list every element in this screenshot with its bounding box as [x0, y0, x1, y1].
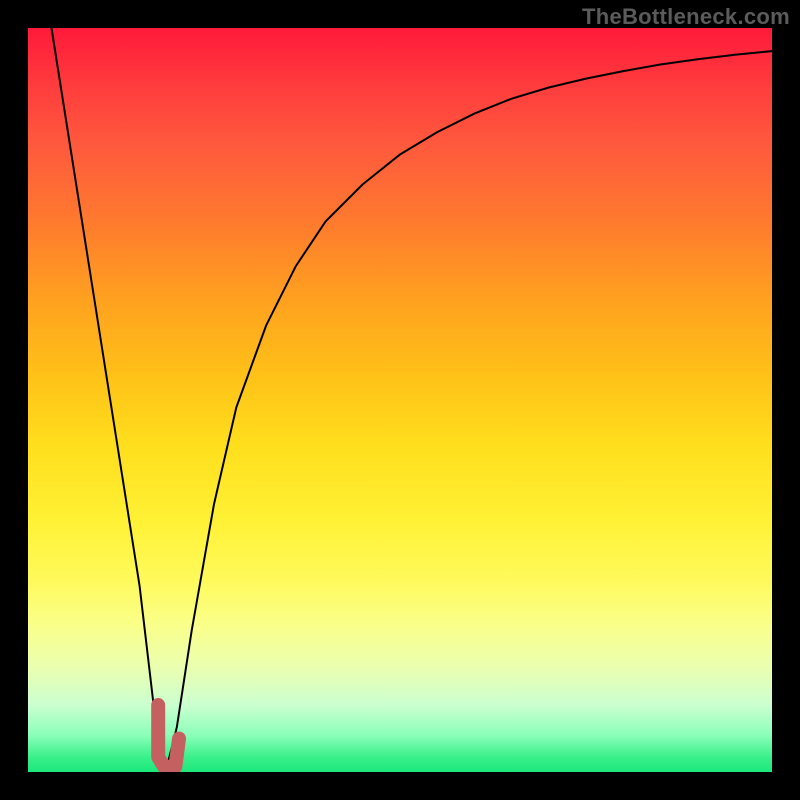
curve-path: [50, 28, 772, 772]
chart-frame: TheBottleneck.com: [0, 0, 800, 800]
watermark-text: TheBottleneck.com: [582, 4, 790, 30]
curve-path-group: [50, 28, 772, 772]
curve-svg: [28, 28, 772, 772]
plot-area: [28, 28, 772, 772]
